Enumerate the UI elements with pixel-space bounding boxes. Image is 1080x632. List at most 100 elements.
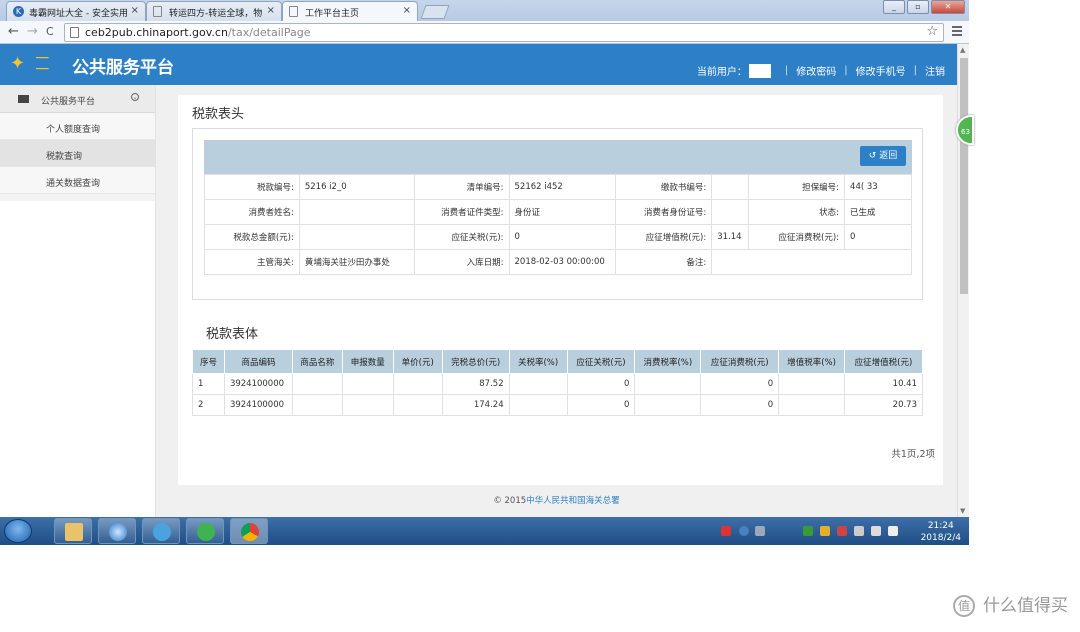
envelope-icon <box>18 95 29 103</box>
table-cell <box>392 373 443 395</box>
field-label: 消费者证件类型: <box>413 199 510 225</box>
emblem-icon: ✦ <box>10 53 26 74</box>
shield-icon[interactable] <box>803 526 813 536</box>
field-value: 5216 i2_0 <box>298 174 415 200</box>
column-header: 消费税率(%) <box>634 349 702 374</box>
device-icon[interactable] <box>854 526 864 536</box>
field-value: 2018-02-03 00:00:00 <box>508 249 617 275</box>
field-label: 税款总金额(元): <box>204 224 300 250</box>
windows-taskbar: 21:24 2018/2/4 <box>0 517 969 545</box>
sidebar-item-clearance[interactable]: 通关数据查询 <box>0 167 155 194</box>
forward-button[interactable]: → <box>27 25 38 39</box>
menu-icon[interactable] <box>952 26 962 38</box>
browser-chrome: K 毒霸网址大全 - 安全实用 × 转运四方-转运全球，物 × 工作平台主页 ×… <box>0 0 969 44</box>
change-password-link[interactable]: 修改密码 <box>796 63 836 78</box>
sogou-icon[interactable] <box>721 526 731 536</box>
explorer-task[interactable] <box>54 518 92 544</box>
browser-e-task[interactable] <box>186 518 224 544</box>
column-header: 完税总价(元) <box>441 349 510 374</box>
table-cell <box>778 394 845 416</box>
sidebar-item-tax[interactable]: 税款查询 <box>0 140 155 167</box>
close-icon[interactable]: × <box>267 5 275 16</box>
table-cell: 0 <box>566 373 636 395</box>
table-row: 消费者姓名: 消费者证件类型: 身份证 消费者身份证号: 状态: 已生成 <box>204 199 912 225</box>
logout-link[interactable]: 注销 <box>925 63 945 78</box>
back-button[interactable]: ← <box>8 25 19 39</box>
field-value <box>298 199 415 225</box>
sidebar: 公共服务平台 ⌄ 个人额度查询 税款查询 通关数据查询 <box>0 85 156 517</box>
chevron-down-icon[interactable]: ⌄ <box>131 93 139 101</box>
table-cell <box>341 373 394 395</box>
flag-icon[interactable] <box>837 526 847 536</box>
help-icon[interactable] <box>739 526 749 536</box>
sidebar-item-label: 个人额度查询 <box>46 125 101 135</box>
clock-time: 21:24 <box>927 521 954 531</box>
close-window-button[interactable]: ✕ <box>931 0 965 14</box>
table-cell: 10.41 <box>844 373 923 395</box>
tax-header-table: 税款编号: 5216 i2_0 清单编号: 52162 i452 缴款书编号: … <box>204 174 912 275</box>
scroll-up-icon[interactable]: ▲ <box>960 46 965 54</box>
url-host: ceb2pub.chinaport.gov.cn <box>85 26 228 39</box>
sidebar-section[interactable]: 公共服务平台 ⌄ <box>0 85 155 113</box>
sidebar-section-label: 公共服务平台 <box>41 97 96 107</box>
table-cell: 0 <box>700 373 780 395</box>
tab-strip: K 毒霸网址大全 - 安全实用 × 转运四方-转运全球，物 × 工作平台主页 ×… <box>0 0 969 21</box>
star-icon[interactable]: ☆ <box>926 24 938 39</box>
start-button[interactable] <box>4 519 32 543</box>
column-header: 应征增值税(元) <box>844 349 923 374</box>
reload-button[interactable]: C <box>46 25 54 39</box>
tab-zhuanyun[interactable]: 转运四方-转运全球，物 × <box>146 1 282 21</box>
restore-button[interactable]: ▫ <box>907 0 929 14</box>
table-row: 1 3924100000 87.52 0 0 10.41 <box>192 373 923 395</box>
table-cell: 3924100000 <box>223 373 293 395</box>
field-label: 消费者姓名: <box>204 199 300 225</box>
pagination-summary: 共1页,2项 <box>891 449 935 460</box>
ie-task[interactable] <box>98 518 136 544</box>
scroll-thumb[interactable] <box>960 58 968 294</box>
table-cell <box>508 373 568 395</box>
clock[interactable]: 21:24 2018/2/4 <box>921 520 961 544</box>
table-cell <box>634 373 702 395</box>
tab-workbench[interactable]: 工作平台主页 × <box>282 1 418 21</box>
sidebar-item-label: 通关数据查询 <box>46 179 101 189</box>
scroll-down-icon[interactable]: ▼ <box>960 507 965 515</box>
table-cell <box>778 373 845 395</box>
sidebar-item-quota[interactable]: 个人额度查询 <box>0 113 155 140</box>
watermark-logo: 值 <box>953 595 975 617</box>
table-cell: 0 <box>566 394 636 416</box>
chrome-icon <box>241 523 259 541</box>
column-header: 增值税率(%) <box>778 349 845 374</box>
table-row: 税款编号: 5216 i2_0 清单编号: 52162 i452 缴款书编号: … <box>204 174 912 200</box>
back-button[interactable]: ↺ 返回 <box>860 146 906 166</box>
tax-header-box: ↺ 返回 税款编号: 5216 i2_0 清单编号: 52162 i452 缴款… <box>192 128 923 300</box>
tax-body-title: 税款表体 <box>206 327 259 342</box>
field-label: 备注: <box>615 249 713 275</box>
tab-title: 工作平台主页 <box>305 9 360 19</box>
volume-icon[interactable] <box>888 526 898 536</box>
field-label: 清单编号: <box>413 174 510 200</box>
tab-title: 毒霸网址大全 - 安全实用 <box>29 9 128 19</box>
customs-link[interactable]: 中华人民共和国海关总署 <box>526 496 620 506</box>
page-icon <box>70 27 79 38</box>
field-label: 缴款书编号: <box>615 174 713 200</box>
column-header: 应征消费税(元) <box>700 349 780 374</box>
table-cell <box>291 373 343 395</box>
cloud-task[interactable] <box>142 518 180 544</box>
close-icon[interactable]: × <box>131 5 139 16</box>
close-icon[interactable]: × <box>403 5 411 16</box>
address-bar[interactable]: ceb2pub.chinaport.gov.cn/tax/detailPage … <box>64 23 944 42</box>
change-phone-link[interactable]: 修改手机号 <box>856 63 906 78</box>
chrome-task[interactable] <box>230 518 268 544</box>
minimize-button[interactable]: _ <box>883 0 905 14</box>
network-icon[interactable] <box>871 526 881 536</box>
tax-header-bar: ↺ 返回 <box>204 140 912 174</box>
table-header-row: 序号 商品编码 商品名称 申报数量 单价(元) 完税总价(元) 关税率(%) 应… <box>192 349 923 374</box>
user-menu: 当前用户： | 修改密码 | 修改手机号 | 注销 <box>697 63 945 78</box>
tray-icon[interactable] <box>755 526 765 536</box>
tab-duba[interactable]: K 毒霸网址大全 - 安全实用 × <box>6 1 146 21</box>
field-value <box>711 199 750 225</box>
sidebar-item-label: 税款查询 <box>46 152 83 162</box>
field-label: 税款编号: <box>204 174 300 200</box>
new-tab-button[interactable] <box>420 5 450 19</box>
tray-app-icon[interactable] <box>820 526 830 536</box>
